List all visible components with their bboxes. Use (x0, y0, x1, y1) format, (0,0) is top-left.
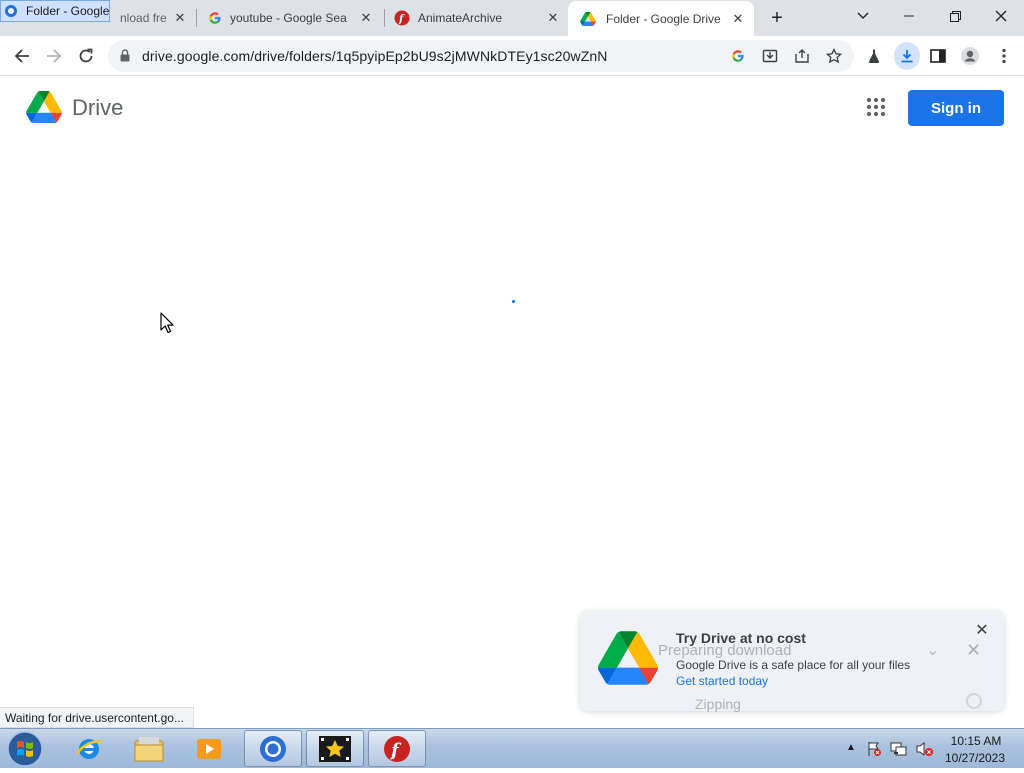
url-text: drive.google.com/drive/folders/1q5pyipEp… (142, 48, 608, 64)
mouse-cursor-icon (160, 312, 176, 334)
install-app-button[interactable] (760, 46, 780, 66)
drive-favicon (580, 11, 596, 26)
windows-taskbar: f ▲ 10:15 AM 10/27/2023 (0, 728, 1024, 768)
reload-button[interactable] (72, 42, 100, 70)
extensions-button[interactable] (864, 46, 884, 66)
arrow-right-icon (47, 49, 62, 63)
share-button[interactable] (792, 46, 812, 66)
lock-icon (120, 49, 130, 67)
taskbar-file-explorer[interactable] (120, 730, 178, 767)
minimize-icon (904, 15, 914, 17)
taskbar-movie-maker[interactable] (306, 730, 364, 767)
taskbar-internet-explorer[interactable] (60, 730, 118, 767)
tab-strip: Folder - Google nload fre ✕ youtube - Go… (0, 0, 1024, 36)
media-player-icon (197, 738, 221, 759)
drive-header: Drive Sign in (0, 77, 1024, 141)
close-icon[interactable]: ✕ (172, 10, 188, 26)
tab-separator (384, 9, 385, 27)
google-icon (732, 50, 744, 62)
start-button[interactable] (5, 730, 47, 768)
new-tab-button[interactable]: + (766, 7, 788, 29)
profile-button[interactable] (960, 46, 980, 66)
kebab-menu-icon (1002, 48, 1006, 64)
close-icon: ✕ (966, 640, 982, 660)
dragged-tab-label: Folder - Google (26, 4, 110, 18)
movie-maker-icon (319, 735, 351, 762)
status-bubble: Waiting for drive.usercontent.go... (0, 707, 194, 728)
show-hidden-icons-button[interactable]: ▲ (846, 742, 856, 753)
download-icon (901, 50, 913, 63)
install-icon (762, 49, 778, 63)
get-started-link[interactable]: Get started today (676, 674, 768, 688)
taskbar-media-player[interactable] (180, 730, 238, 767)
restore-icon (949, 10, 961, 22)
drive-logo[interactable] (26, 91, 62, 123)
sign-in-button[interactable]: Sign in (908, 90, 1004, 126)
drive-logo (598, 631, 658, 685)
google-apps-button[interactable] (866, 97, 886, 117)
google-lens-button[interactable] (728, 46, 748, 66)
clock-date[interactable]: 10/27/2023 (942, 751, 1008, 765)
close-promo-button[interactable]: ✕ (974, 623, 990, 639)
volume-muted-icon[interactable] (916, 741, 934, 762)
chevron-down-icon: ⌄ (926, 642, 940, 659)
share-icon (795, 49, 809, 63)
browser-toolbar: drive.google.com/drive/folders/1q5pyipEp… (0, 36, 1024, 76)
close-icon[interactable]: ✕ (358, 10, 374, 26)
clock-time[interactable]: 10:15 AM (946, 734, 1006, 748)
action-center-icon[interactable] (866, 741, 882, 762)
minimize-button[interactable] (886, 0, 932, 32)
tab-label: Folder - Google Drive (606, 11, 721, 26)
internet-explorer-icon (75, 738, 103, 759)
taskbar-chrome[interactable] (244, 730, 302, 767)
chrome-favicon (4, 4, 18, 18)
close-window-button[interactable] (978, 0, 1024, 32)
tab-animatearchive[interactable]: f AnimateArchive ✕ (386, 0, 570, 36)
tab-separator (196, 9, 197, 27)
bookmark-button[interactable] (824, 46, 844, 66)
forward-button[interactable] (40, 42, 68, 70)
network-icon[interactable] (890, 741, 908, 762)
tab-label: AnimateArchive (418, 11, 503, 25)
flask-icon (868, 49, 880, 63)
reload-icon (79, 48, 93, 63)
browser-menu-button[interactable] (994, 46, 1014, 66)
arrow-left-icon (14, 49, 29, 63)
google-favicon (208, 11, 222, 25)
download-status-text: Zipping (695, 696, 741, 712)
close-icon[interactable]: ✕ (545, 10, 561, 26)
try-drive-promo: Preparing download ⌄ ✕ Zipping Try Drive… (580, 611, 1004, 712)
file-explorer-icon (134, 736, 164, 761)
tab-search-button[interactable] (840, 0, 886, 32)
windows-logo-icon (7, 731, 43, 767)
side-panel-button[interactable] (928, 46, 948, 66)
product-name[interactable]: Drive (72, 95, 123, 121)
flash-icon: f (384, 735, 410, 762)
chrome-icon (260, 735, 286, 762)
taskbar-flash[interactable]: f (368, 730, 426, 767)
tab-label: nload fre (120, 11, 167, 25)
close-icon[interactable]: ✕ (730, 11, 746, 27)
tab-label: youtube - Google Sea (230, 11, 347, 25)
chevron-down-icon (857, 12, 869, 19)
downloads-button[interactable] (894, 42, 920, 70)
flash-favicon: f (394, 10, 410, 26)
tab-folder-google-drive[interactable]: Folder - Google Drive ✕ (568, 1, 754, 36)
avatar-icon (961, 47, 979, 65)
close-icon (995, 10, 1007, 22)
star-icon (826, 48, 842, 64)
dragged-tab[interactable]: Folder - Google (0, 0, 110, 22)
promo-title: Try Drive at no cost (676, 630, 806, 646)
apps-grid-icon (866, 97, 886, 117)
side-panel-icon (930, 49, 946, 63)
promo-description: Google Drive is a safe place for all you… (676, 658, 911, 672)
restore-button[interactable] (932, 0, 978, 32)
loading-spinner (512, 300, 515, 303)
back-button[interactable] (8, 42, 36, 70)
progress-ring-icon (966, 693, 982, 709)
tab-youtube-search[interactable]: youtube - Google Sea ✕ (198, 0, 382, 36)
